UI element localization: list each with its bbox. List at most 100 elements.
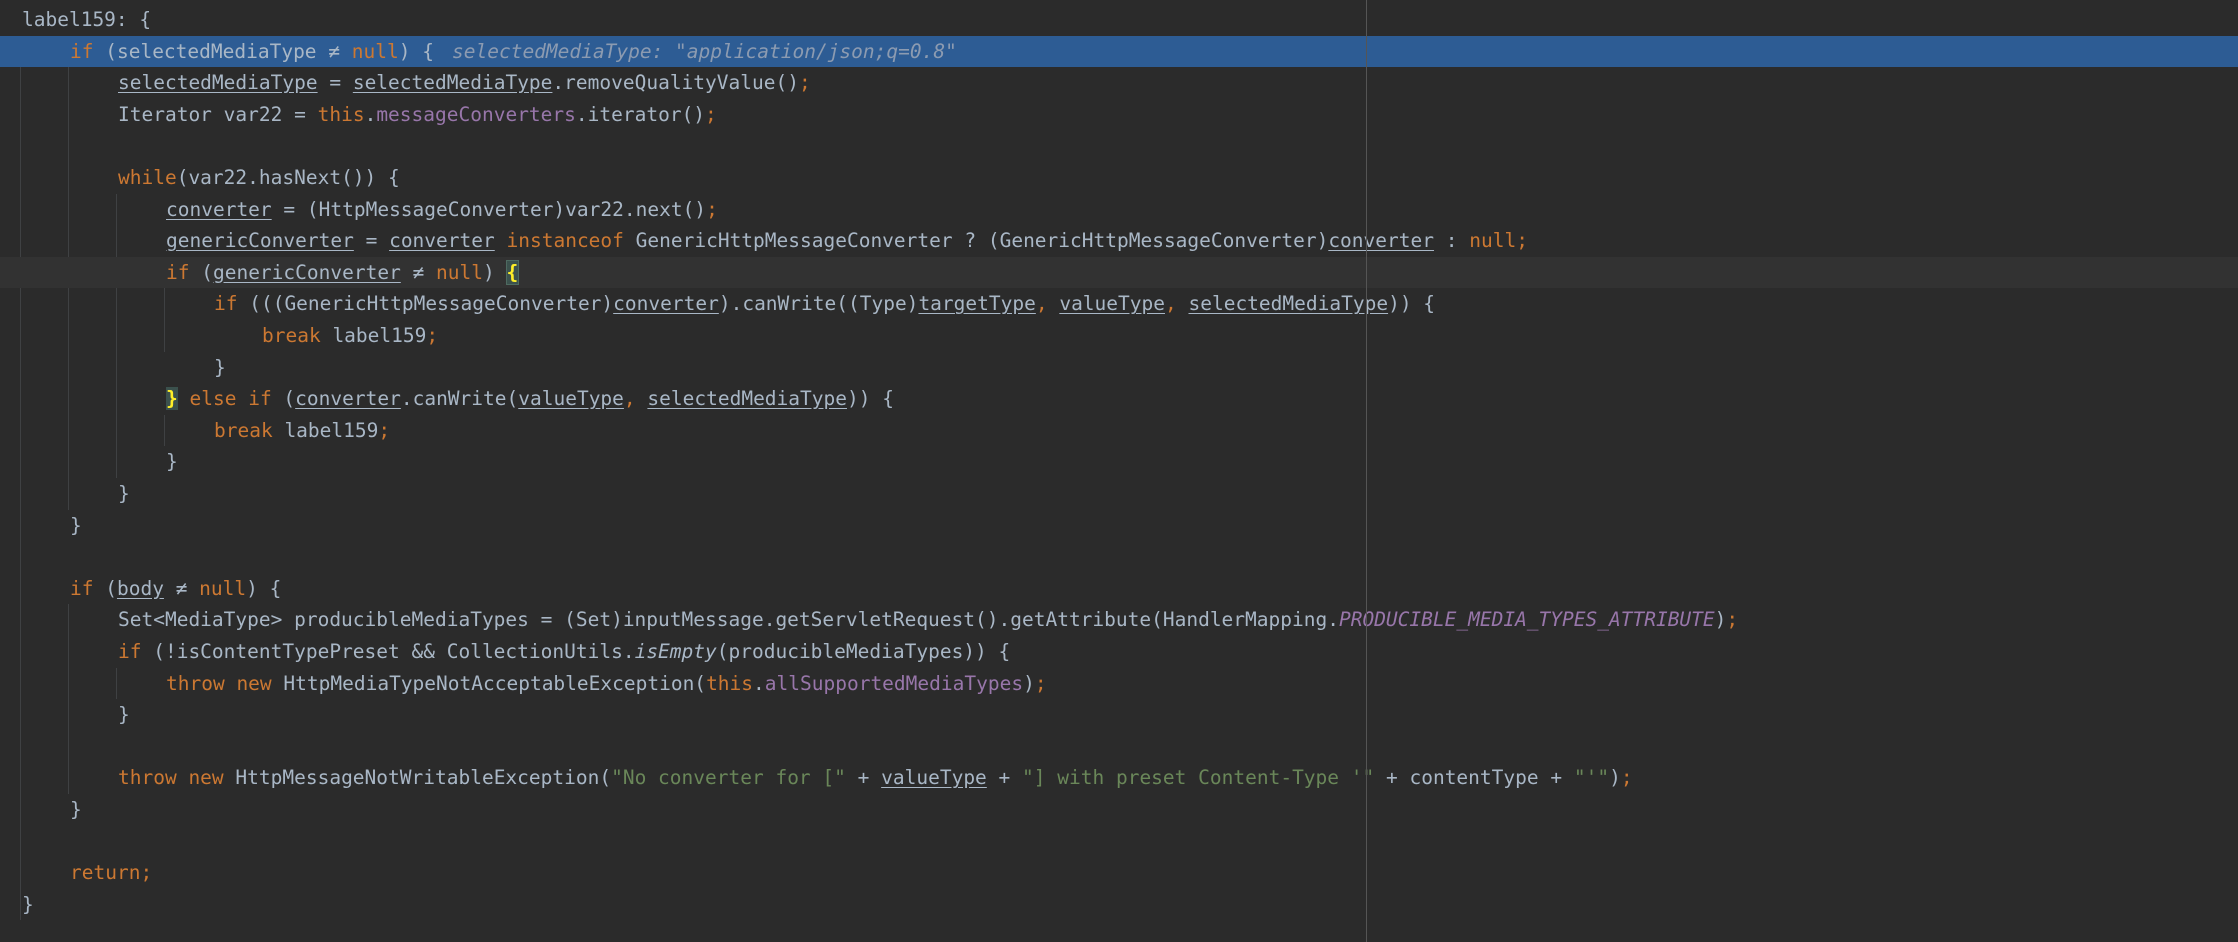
code-token: ;	[1516, 229, 1528, 253]
code-text: Set<MediaType> producibleMediaTypes = (S…	[118, 604, 1738, 636]
code-token: Iterator var22 =	[118, 102, 318, 126]
code-token: HttpMediaTypeNotAcceptableException(	[271, 671, 707, 695]
code-token: while	[118, 166, 177, 189]
code-token: body	[116, 576, 164, 600]
code-line[interactable]: genericConverter = converter instanceof …	[0, 225, 2238, 257]
code-line[interactable]: label159: {	[0, 4, 2238, 36]
code-token: )	[1609, 766, 1621, 790]
code-token: this	[317, 102, 365, 126]
code-line[interactable]: if (!isContentTypePreset && CollectionUt…	[0, 636, 2238, 668]
code-line[interactable]	[0, 130, 2238, 162]
code-token: Set<MediaType> producibleMediaTypes = (S…	[118, 608, 1339, 632]
code-token: selectedMediaType	[118, 71, 318, 95]
code-text: }	[70, 794, 82, 826]
code-token: }	[118, 482, 130, 505]
code-token: converter	[389, 229, 495, 253]
inline-debug-value: selectedMediaType: "application/json;q=0…	[452, 39, 957, 63]
code-line[interactable]: }	[0, 794, 2238, 826]
code-token: ≠	[163, 576, 200, 600]
code-text: }	[118, 699, 130, 731]
code-token: ;	[798, 71, 811, 95]
code-line[interactable]: }	[0, 446, 2238, 478]
code-token: "No converter for ["	[611, 766, 846, 790]
code-text: if (body ≠ null) {	[70, 573, 281, 605]
code-token: GenericHttpMessageConverter ? (GenericHt…	[623, 229, 1329, 253]
code-line[interactable]: Iterator var22 = this.messageConverters.…	[0, 99, 2238, 131]
code-token: + contentType +	[1374, 766, 1574, 790]
code-line[interactable]: selectedMediaType = selectedMediaType.re…	[0, 67, 2238, 99]
code-text: while(var22.hasNext()) {	[118, 162, 400, 194]
code-token: ≠	[316, 39, 352, 63]
code-token: null	[436, 260, 484, 284]
code-line[interactable]: throw new HttpMessageNotWritableExceptio…	[0, 762, 2238, 794]
code-token: throw new	[166, 671, 272, 695]
code-token: instanceof	[506, 229, 624, 253]
code-token: else if	[189, 387, 272, 411]
code-text: if (genericConverter ≠ null) {	[166, 257, 520, 289]
code-token: if	[214, 292, 238, 316]
code-line[interactable]: while(var22.hasNext()) {	[0, 162, 2238, 194]
code-token: ;	[140, 861, 153, 885]
code-token: ;	[705, 102, 717, 126]
code-line[interactable]	[0, 541, 2238, 573]
code-token: PRODUCIBLE_MEDIA_TYPES_ATTRIBUTE	[1338, 608, 1715, 632]
code-line[interactable]	[0, 731, 2238, 763]
code-text: }	[214, 352, 226, 384]
code-token: ;	[426, 324, 439, 347]
code-token: ,	[1165, 292, 1189, 316]
code-token: (producibleMediaTypes)) {	[716, 640, 1011, 663]
code-line[interactable]: }	[0, 510, 2238, 542]
code-text: }	[22, 889, 34, 921]
code-token: ,	[623, 387, 648, 411]
code-token: label159: {	[22, 8, 152, 31]
code-token: break	[214, 418, 273, 442]
code-token: ) {	[398, 39, 434, 63]
code-token: null	[351, 39, 399, 63]
code-token: selectedMediaType	[116, 39, 317, 63]
code-token: +	[986, 766, 1023, 790]
code-line[interactable]: }	[0, 699, 2238, 731]
code-line[interactable]: if (body ≠ null) {	[0, 573, 2238, 605]
code-line[interactable]: } else if (converter.canWrite(valueType,…	[0, 383, 2238, 415]
code-line[interactable]: if (((GenericHttpMessageConverter)conver…	[0, 288, 2238, 320]
code-token: }	[214, 355, 226, 379]
code-token: converter	[613, 292, 719, 316]
code-token: valueType	[1059, 292, 1165, 316]
code-line[interactable]: }	[0, 352, 2238, 384]
code-token: ;	[378, 418, 391, 442]
code-token: ) {	[246, 576, 282, 600]
code-line[interactable]: return;	[0, 857, 2238, 889]
code-line[interactable]: }	[0, 478, 2238, 510]
code-line[interactable]: Set<MediaType> producibleMediaTypes = (S…	[0, 604, 2238, 636]
code-line[interactable]: break label159;	[0, 415, 2238, 447]
code-token: targetType	[918, 292, 1036, 316]
code-token: +	[845, 766, 882, 790]
code-token: ≠	[400, 260, 437, 284]
code-line[interactable]: break label159;	[0, 320, 2238, 352]
code-token: genericConverter	[166, 229, 354, 253]
code-token: (	[93, 576, 117, 600]
code-editor[interactable]: label159: {if (selectedMediaType ≠ null)…	[0, 0, 2238, 942]
code-token: converter	[166, 197, 272, 221]
code-line[interactable]: throw new HttpMediaTypeNotAcceptableExce…	[0, 668, 2238, 700]
code-token: (	[93, 39, 117, 63]
caret-line[interactable]: if (genericConverter ≠ null) {	[0, 256, 2238, 289]
code-token: ).canWrite((Type)	[718, 292, 919, 316]
code-line[interactable]: }	[0, 889, 2238, 921]
execution-point-line[interactable]: if (selectedMediaType ≠ null) { selectedM…	[0, 35, 2238, 68]
code-line[interactable]: converter = (HttpMessageConverter)var22.…	[0, 194, 2238, 226]
code-token: {	[505, 259, 520, 285]
code-token: valueType	[881, 766, 987, 790]
code-token: .	[753, 671, 765, 695]
code-text: }	[70, 510, 82, 542]
code-token: converter	[1328, 229, 1434, 253]
code-token: = (HttpMessageConverter)var22.next()	[271, 197, 707, 221]
code-token: this	[706, 671, 754, 695]
code-token: ;	[706, 197, 718, 221]
code-token: if	[166, 260, 190, 284]
code-token: if	[70, 39, 94, 63]
code-line[interactable]	[0, 826, 2238, 858]
code-token: "'"	[1573, 766, 1610, 790]
